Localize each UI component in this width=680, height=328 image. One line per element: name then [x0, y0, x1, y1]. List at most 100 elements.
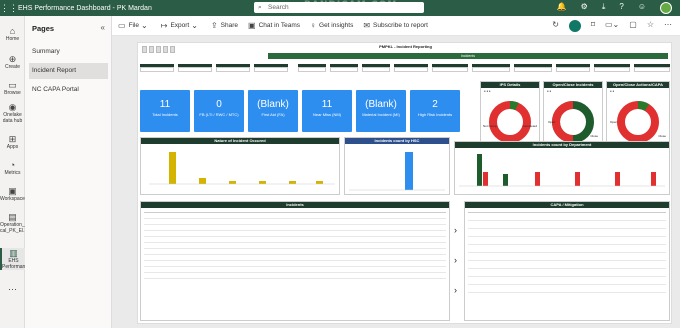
slicer[interactable] — [178, 64, 212, 73]
slicer[interactable] — [432, 64, 468, 73]
slicer[interactable] — [394, 64, 428, 73]
settings-icon[interactable]: ⚙ — [581, 2, 588, 14]
donut-segment — [551, 101, 574, 143]
slicer-box — [140, 67, 174, 72]
panel-title: Open/Close Incidents — [544, 82, 602, 88]
pages-panel: Pages « Summary Incident Report NC CAPA … — [25, 16, 112, 328]
page-tab-summary[interactable]: Summary — [29, 44, 108, 60]
slicer-box — [178, 67, 212, 72]
table-row[interactable] — [468, 292, 666, 293]
kpi-card-near-miss[interactable]: 11 Near Miss (NM) — [302, 90, 352, 132]
favorite-icon[interactable]: ☆ — [647, 20, 654, 32]
bar — [651, 172, 656, 186]
file-menu[interactable]: ▭ File ⌄ — [118, 21, 151, 30]
table-row[interactable] — [468, 284, 666, 285]
export-menu[interactable]: ↦ Export ⌄ — [161, 21, 201, 30]
kpi-card-high-risk[interactable]: 2 High Risk Incidents — [410, 90, 460, 132]
donut-ring — [617, 101, 659, 143]
slicer[interactable] — [216, 64, 250, 73]
slicer[interactable] — [634, 64, 670, 73]
bar — [316, 181, 323, 184]
table-row[interactable] — [468, 276, 666, 277]
nav-more[interactable]: ⋯ — [0, 284, 25, 294]
table-row[interactable] — [144, 236, 446, 237]
nav-metrics[interactable]: ◔ Metrics — [0, 160, 25, 176]
table-row[interactable] — [144, 266, 446, 267]
slicer[interactable] — [254, 64, 288, 73]
view-icon[interactable]: ▭⌄ — [605, 20, 619, 32]
slicer[interactable] — [330, 64, 358, 73]
slicer[interactable] — [140, 64, 174, 73]
share-icon: ⇪ — [210, 21, 218, 30]
bar — [477, 154, 482, 186]
kpi-card-first-aid[interactable]: (Blank) First Aid (FA) — [248, 90, 298, 132]
collapse-icon[interactable]: « — [101, 23, 105, 32]
table-row[interactable] — [468, 236, 666, 237]
nav-workspaces[interactable]: ▣ Workspaces — [0, 186, 27, 202]
kpi-card-fb[interactable]: 0 FB (LTI / RWC / MTC) — [194, 90, 244, 132]
chart-incidents-by-hsc[interactable]: Incidents count by HSC — [344, 137, 450, 195]
edit-icon[interactable] — [568, 20, 581, 32]
comment-icon[interactable]: ▢ — [629, 20, 637, 32]
refresh-icon[interactable]: ↻ — [552, 20, 559, 32]
bookmark-icon[interactable]: ⌑ — [591, 20, 595, 32]
table-row[interactable] — [144, 218, 446, 219]
kpi-card-total-incidents[interactable]: 11 Total Incidents — [140, 90, 190, 132]
help-icon[interactable]: ? — [619, 2, 623, 14]
hub-icon: ◉ — [8, 102, 17, 112]
kpi-value: (Blank) — [365, 99, 397, 110]
table-row[interactable] — [144, 224, 446, 225]
table-row[interactable] — [468, 252, 666, 253]
nav-create[interactable]: ⊕ Create — [0, 54, 25, 70]
chart-incidents-by-department[interactable]: Incidents count by Department — [454, 141, 670, 195]
slicer-box — [362, 67, 390, 72]
table-row[interactable] — [468, 268, 666, 269]
bar — [199, 178, 206, 184]
get-insights-button[interactable]: ♀ Get insights — [310, 21, 353, 30]
incidents-table[interactable]: Incidents — [140, 201, 450, 321]
table-row[interactable] — [144, 230, 446, 231]
download-icon[interactable]: ⤓ — [602, 2, 606, 14]
slicer[interactable] — [472, 64, 510, 73]
chevron-down-icon: ⌄ — [191, 21, 198, 30]
nav-workspace-current[interactable]: ▤ Operation_I cal_PK_El... — [0, 212, 27, 234]
table-row[interactable] — [468, 244, 666, 245]
nav-browse[interactable]: ▭ Browse — [0, 80, 25, 96]
chart-nature-of-incident[interactable]: Nature of Incident Occured — [140, 137, 340, 195]
table-row[interactable] — [144, 242, 446, 243]
slicer[interactable] — [514, 64, 552, 73]
table-row[interactable] — [144, 248, 446, 249]
nav-report-current[interactable]: ▥ EHS Performan... — [0, 248, 30, 270]
nav-onelake[interactable]: ◉ Onelake data hub — [0, 102, 25, 124]
kpi-card-material-incident[interactable]: (Blank) Material Incident (MI) — [356, 90, 406, 132]
table-row[interactable] — [144, 254, 446, 255]
notifications-icon[interactable]: 🔔 — [557, 2, 567, 14]
page-tab-incident-report[interactable]: Incident Report — [29, 63, 108, 79]
nav-apps[interactable]: ⊞ Apps — [0, 134, 25, 150]
table-row[interactable] — [468, 228, 666, 229]
nav-home[interactable]: ⌂ Home — [0, 26, 25, 42]
subscribe-button[interactable]: ✉ Subscribe to report — [363, 21, 428, 30]
table-row[interactable] — [468, 220, 666, 221]
slicer[interactable] — [362, 64, 390, 73]
share-button[interactable]: ⇪ Share — [211, 21, 238, 30]
capa-table[interactable]: CAPA / Mitigation — [464, 201, 670, 321]
feedback-icon[interactable]: ☺ — [638, 2, 646, 14]
avatar[interactable] — [660, 2, 672, 14]
table-row[interactable] — [144, 260, 446, 261]
slicer-box — [594, 67, 630, 72]
plus-icon: ⊕ — [8, 54, 17, 64]
table-row[interactable] — [468, 260, 666, 261]
toolbar-right: ↻ ⌑ ▭⌄ ▢ ☆ ⋯ — [552, 20, 672, 32]
bar — [229, 181, 236, 184]
bar — [615, 172, 620, 186]
table-row[interactable] — [144, 272, 446, 273]
app-launcher-icon[interactable]: ⋮⋮ — [0, 3, 18, 14]
slicer[interactable] — [298, 64, 326, 73]
page-tab-nc-capa[interactable]: NC CAPA Portal — [29, 82, 108, 98]
table-row[interactable] — [144, 278, 446, 279]
slicer[interactable] — [594, 64, 630, 73]
slicer[interactable] — [556, 64, 590, 73]
chat-teams-button[interactable]: ▣ Chat in Teams — [248, 21, 300, 30]
more-options-icon[interactable]: ⋯ — [664, 20, 672, 32]
